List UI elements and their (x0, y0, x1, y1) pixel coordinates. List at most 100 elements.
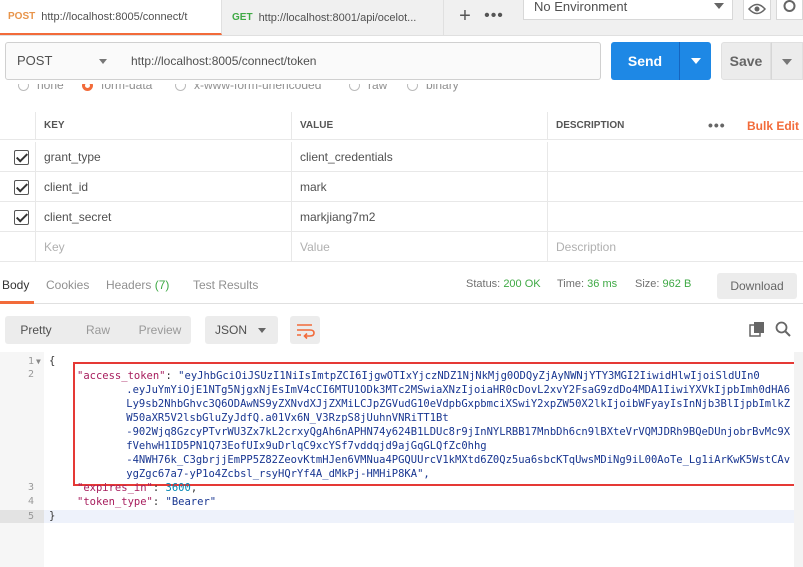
view-preview-button[interactable]: Preview (129, 316, 191, 344)
wrap-lines-button[interactable] (290, 316, 320, 344)
more-icon[interactable]: ••• (708, 112, 726, 138)
chevron-down-icon (258, 328, 266, 333)
wrap-icon (297, 324, 315, 340)
line-number-gutter (0, 352, 44, 567)
row-key[interactable]: grant_type (36, 142, 292, 172)
method-select[interactable]: POST (5, 42, 122, 80)
radio-circle (349, 84, 360, 91)
column-header-key: KEY (36, 112, 292, 140)
chevron-down-icon (782, 59, 792, 65)
row-key[interactable]: client_id (36, 172, 292, 202)
search-icon[interactable] (775, 321, 791, 337)
active-line-highlight (44, 510, 803, 523)
send-options-button[interactable] (679, 42, 711, 80)
bulk-edit-link[interactable]: Bulk Edit (747, 112, 799, 140)
table-row-new: Key Value Description (0, 232, 803, 262)
tab-method: POST (8, 11, 36, 22)
json-value-expires-in: 3600 (165, 482, 191, 494)
table-header-row: KEY VALUE DESCRIPTION ••• Bulk Edit (0, 112, 803, 140)
row-check-cell (0, 232, 36, 262)
save-button[interactable]: Save (721, 42, 771, 80)
editor-scrollbar[interactable] (794, 352, 803, 567)
response-body-editor[interactable]: 1 ▼ 2 3 4 5 { "access_token": "eyJhbGciO… (0, 352, 803, 567)
radio-none[interactable]: none (18, 84, 64, 92)
row-checkbox[interactable] (14, 180, 29, 195)
copy-icon[interactable] (749, 321, 765, 337)
more-icon[interactable]: ••• (481, 5, 507, 29)
row-check-cell (0, 142, 36, 172)
code-token-type-line: "token_type": "Bearer" (77, 496, 217, 508)
row-description[interactable] (548, 172, 803, 202)
tab-test-results[interactable]: Test Results (193, 278, 258, 292)
radio-form-data[interactable]: form-data (82, 84, 152, 92)
request-url-bar: POST http://localhost:8005/connect/token… (0, 36, 803, 88)
download-button[interactable]: Download (717, 273, 797, 299)
status-readout: Status: 200 OK (466, 278, 541, 290)
response-view-toolbar: Pretty Raw Preview JSON (0, 312, 803, 348)
tab-headers[interactable]: Headers (7) (106, 278, 169, 292)
response-tabs: Body Cookies Headers (7) Test Results St… (0, 268, 803, 304)
save-options-button[interactable] (771, 42, 803, 80)
view-raw-button[interactable]: Raw (67, 316, 129, 344)
tab-get-ocelot[interactable]: GET http://localhost:8001/api/ocelot... (224, 0, 444, 35)
plus-icon[interactable]: + (452, 5, 478, 29)
size-readout: Size: 962 B (635, 278, 691, 290)
new-key-input[interactable]: Key (36, 232, 292, 262)
new-description-input[interactable]: Description (548, 232, 803, 262)
header-check-cell (0, 112, 36, 140)
view-pretty-button[interactable]: Pretty (5, 316, 67, 344)
tab-post-connect-token[interactable]: POST http://localhost:8005/connect/t (0, 0, 222, 35)
radio-label: x-www-form-urlencoded (194, 84, 322, 92)
method-value: POST (17, 53, 53, 68)
form-data-table: KEY VALUE DESCRIPTION ••• Bulk Edit gran… (0, 112, 803, 262)
tab-method: GET (232, 12, 253, 23)
environment-quick-look-button[interactable] (743, 0, 771, 20)
body-type-radios: none form-data x-www-form-urlencoded raw… (0, 84, 803, 98)
radio-circle (18, 84, 29, 91)
row-value[interactable]: markjiang7m2 (292, 202, 548, 232)
radio-binary[interactable]: binary (407, 84, 459, 92)
gear-icon (783, 0, 796, 12)
fold-arrow-icon[interactable]: ▼ (36, 355, 41, 368)
radio-raw[interactable]: raw (349, 84, 387, 92)
status-value: 200 OK (503, 278, 541, 290)
size-label: Size: (635, 278, 660, 290)
chevron-down-icon (714, 3, 724, 9)
line-number: 3 (27, 482, 34, 493)
row-value[interactable]: client_credentials (292, 142, 548, 172)
row-checkbox[interactable] (14, 150, 29, 165)
environment-select[interactable]: No Environment (523, 0, 733, 20)
code-expires-line: "expires_in": 3600, (77, 482, 198, 494)
environment-settings-button[interactable] (776, 0, 803, 20)
row-value[interactable]: mark (292, 172, 548, 202)
code-open-brace: { (49, 355, 56, 367)
line-number: 2 (27, 369, 34, 380)
new-value-input[interactable]: Value (292, 232, 548, 262)
column-header-value: VALUE (292, 112, 548, 140)
row-description[interactable] (548, 202, 803, 232)
radio-label: form-data (101, 84, 153, 92)
url-input[interactable]: http://localhost:8005/connect/token (121, 42, 601, 80)
row-description[interactable] (548, 142, 803, 172)
radio-x-www-form-urlencoded[interactable]: x-www-form-urlencoded (175, 84, 321, 92)
eye-icon (747, 3, 767, 15)
time-label: Time: (557, 278, 585, 290)
environment-value: No Environment (534, 0, 628, 14)
radio-label: none (37, 84, 64, 92)
row-check-cell (0, 172, 36, 202)
row-checkbox[interactable] (14, 210, 29, 225)
tab-cookies[interactable]: Cookies (46, 278, 89, 292)
json-value-token-type: "Bearer" (165, 496, 217, 508)
format-value: JSON (215, 323, 248, 337)
row-key[interactable]: client_secret (36, 202, 292, 232)
radio-circle (407, 84, 418, 91)
tab-body[interactable]: Body (2, 278, 29, 292)
description-header-label: DESCRIPTION (556, 120, 625, 131)
request-tab-bar: POST http://localhost:8005/connect/t GET… (0, 0, 803, 36)
line-number: 4 (27, 496, 34, 507)
status-label: Status: (466, 278, 501, 290)
chevron-down-icon (99, 59, 107, 64)
format-select[interactable]: JSON (205, 316, 278, 344)
send-button[interactable]: Send (611, 42, 679, 80)
row-check-cell (0, 202, 36, 232)
